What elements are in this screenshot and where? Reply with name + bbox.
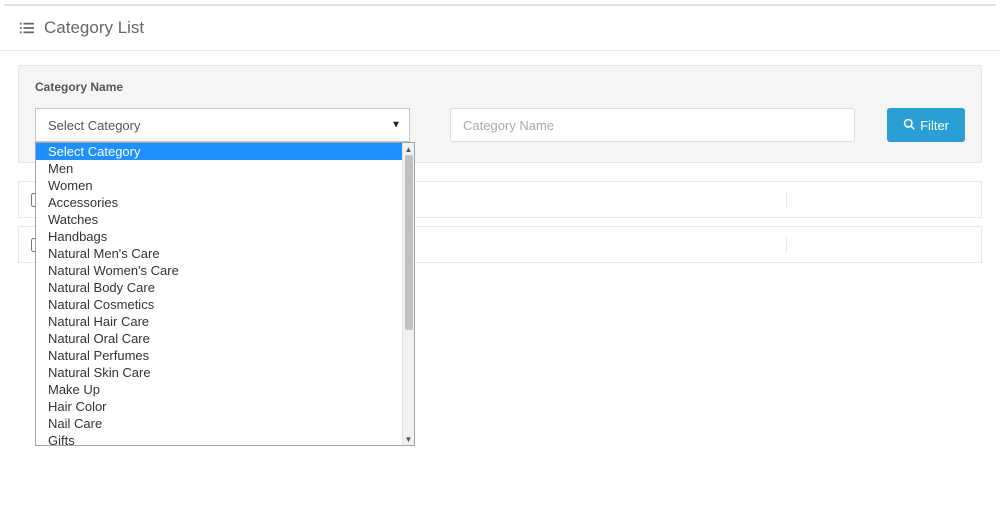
dropdown-option[interactable]: Natural Oral Care bbox=[36, 330, 402, 347]
dropdown-option[interactable]: Natural Perfumes bbox=[36, 347, 402, 364]
dropdown-option[interactable]: Natural Skin Care bbox=[36, 364, 402, 381]
dropdown-option[interactable]: Select Category bbox=[36, 143, 402, 160]
scrollbar-thumb[interactable] bbox=[405, 155, 413, 330]
dropdown-option[interactable]: Natural Women's Care bbox=[36, 262, 402, 279]
dropdown-option[interactable]: Make Up bbox=[36, 381, 402, 398]
column-divider bbox=[786, 192, 787, 207]
list-icon bbox=[20, 21, 34, 35]
search-icon bbox=[903, 118, 915, 133]
dropdown-option[interactable]: Women bbox=[36, 177, 402, 194]
dropdown-option[interactable]: Natural Hair Care bbox=[36, 313, 402, 330]
filter-button-label: Filter bbox=[920, 118, 949, 133]
category-dropdown[interactable]: Select CategoryMenWomenAccessoriesWatche… bbox=[35, 142, 415, 446]
dropdown-scrollbar[interactable]: ▲ ▼ bbox=[402, 143, 414, 445]
category-select-value: Select Category bbox=[48, 118, 141, 133]
dropdown-list[interactable]: Select CategoryMenWomenAccessoriesWatche… bbox=[36, 143, 402, 445]
page-title: Category List bbox=[44, 18, 144, 38]
dropdown-option[interactable]: Natural Men's Care bbox=[36, 245, 402, 262]
dropdown-option[interactable]: Handbags bbox=[36, 228, 402, 245]
dropdown-option[interactable]: Watches bbox=[36, 211, 402, 228]
dropdown-option[interactable]: Natural Cosmetics bbox=[36, 296, 402, 313]
dropdown-option[interactable]: Natural Body Care bbox=[36, 279, 402, 296]
category-select[interactable]: Select Category ▼ bbox=[35, 108, 410, 142]
dropdown-option[interactable]: Men bbox=[36, 160, 402, 177]
filter-row: Select Category ▼ Filter bbox=[35, 108, 965, 142]
scroll-up-icon[interactable]: ▲ bbox=[403, 143, 415, 155]
filter-button[interactable]: Filter bbox=[887, 108, 965, 142]
dropdown-option[interactable]: Hair Color bbox=[36, 398, 402, 415]
chevron-down-icon: ▼ bbox=[391, 120, 401, 131]
filter-label: Category Name bbox=[35, 80, 965, 94]
dropdown-option[interactable]: Nail Care bbox=[36, 415, 402, 432]
page-header: Category List bbox=[0, 6, 1000, 51]
filter-panel: Category Name Select Category ▼ Filter S… bbox=[18, 65, 982, 163]
column-divider bbox=[786, 237, 787, 252]
dropdown-option[interactable]: Accessories bbox=[36, 194, 402, 211]
scroll-down-icon[interactable]: ▼ bbox=[403, 433, 415, 445]
category-name-input[interactable] bbox=[450, 108, 855, 142]
dropdown-option[interactable]: Gifts bbox=[36, 432, 402, 445]
